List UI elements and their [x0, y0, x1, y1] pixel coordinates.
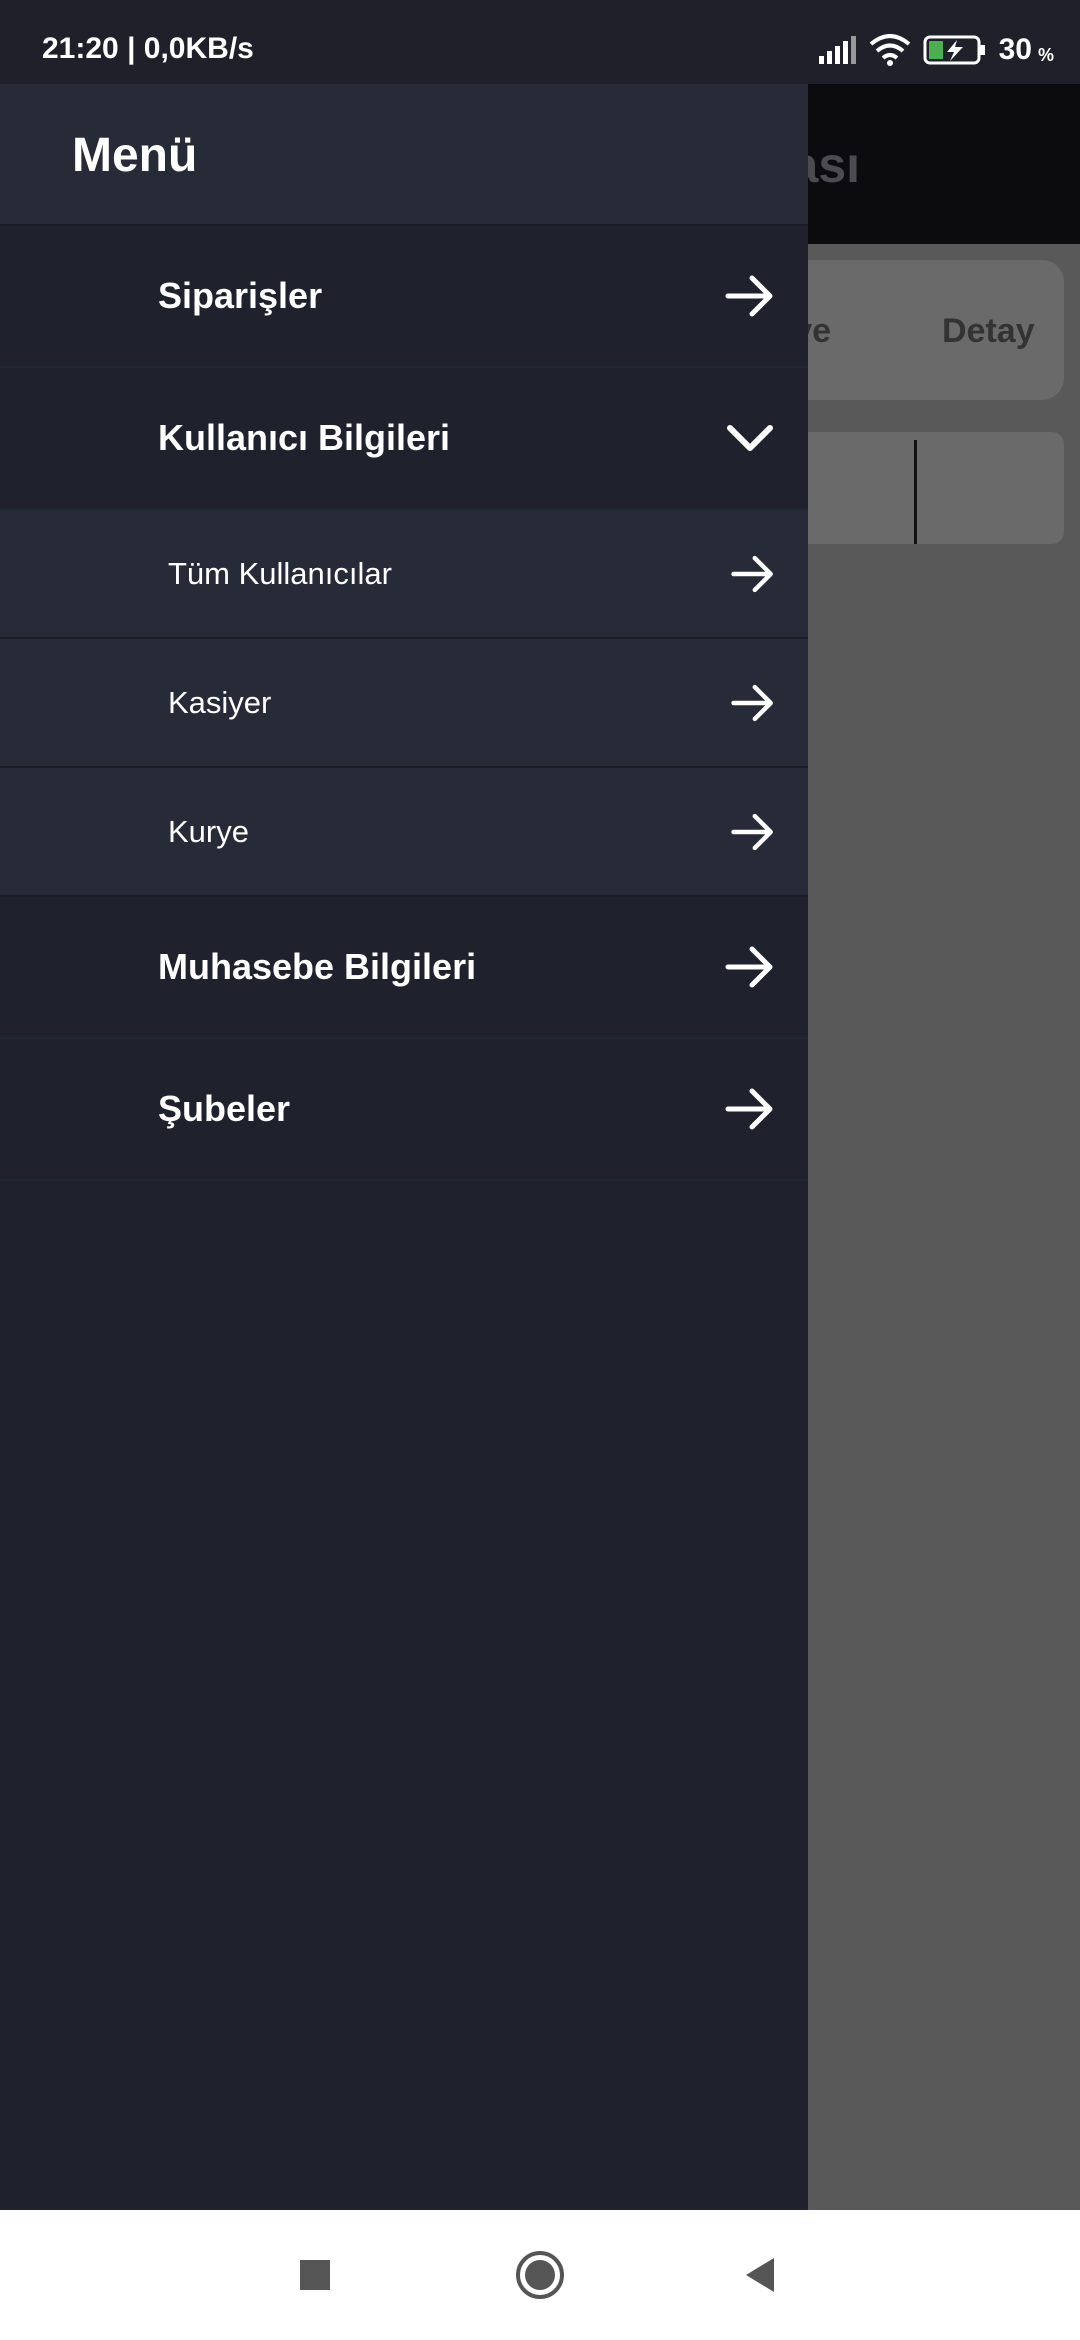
menu-item-muhasebe-bilgileri[interactable]: Muhasebe Bilgileri: [0, 897, 808, 1039]
text-cursor: [914, 440, 917, 544]
arrow-right-icon: [731, 555, 773, 592]
sub-item-label: Kurye: [168, 813, 249, 849]
signal-icon: [818, 36, 856, 64]
home-circle-icon: [516, 2251, 564, 2299]
drawer-title: Menü: [72, 129, 198, 182]
sub-item-kasiyer[interactable]: Kasiyer: [0, 639, 808, 768]
back-triangle-icon: [746, 2258, 774, 2292]
system-navigation-bar: [0, 2210, 1080, 2340]
arrow-right-icon: [731, 813, 773, 850]
sub-item-tum-kullanicilar[interactable]: Tüm Kullanıcılar: [0, 510, 808, 639]
wifi-icon: [869, 34, 910, 66]
background-tab-detay: Detay: [942, 312, 1035, 350]
arrow-right-icon: [725, 946, 773, 988]
battery-charging-icon: [923, 35, 985, 65]
menu-item-kullanici-bilgileri[interactable]: Kullanıcı Bilgileri: [0, 368, 808, 510]
navigation-drawer: Menü Siparişler Kullanıcı Bilgileri Tüm …: [0, 84, 808, 2210]
menu-item-label: Siparişler: [158, 275, 323, 316]
status-time: 21:20 | 0,0KB/s: [42, 32, 254, 65]
recents-button[interactable]: [283, 2243, 347, 2307]
home-button[interactable]: [508, 2243, 572, 2307]
menu-item-label: Şubeler: [158, 1088, 291, 1129]
status-bar: 21:20 | 0,0KB/s 30 %: [0, 0, 1080, 84]
arrow-right-icon: [731, 684, 773, 721]
arrow-right-icon: [725, 1088, 773, 1130]
battery-level: 30: [998, 33, 1032, 66]
menu-item-label: Muhasebe Bilgileri: [158, 946, 477, 987]
menu-item-label: Kullanıcı Bilgileri: [158, 417, 451, 458]
menu-item-siparisler[interactable]: Siparişler: [0, 226, 808, 368]
sub-item-kurye[interactable]: Kurye: [0, 768, 808, 897]
battery-unit: %: [1037, 44, 1054, 65]
recents-square-icon: [300, 2260, 330, 2290]
sub-item-label: Tüm Kullanıcılar: [168, 555, 392, 591]
chevron-down-icon: [727, 425, 773, 451]
back-button[interactable]: [728, 2243, 792, 2307]
menu-item-subeler[interactable]: Şubeler: [0, 1039, 808, 1181]
sub-item-label: Kasiyer: [168, 684, 272, 720]
arrow-right-icon: [725, 275, 773, 317]
status-icons: 30 %: [817, 30, 1054, 70]
drawer-header: Menü: [0, 84, 808, 226]
